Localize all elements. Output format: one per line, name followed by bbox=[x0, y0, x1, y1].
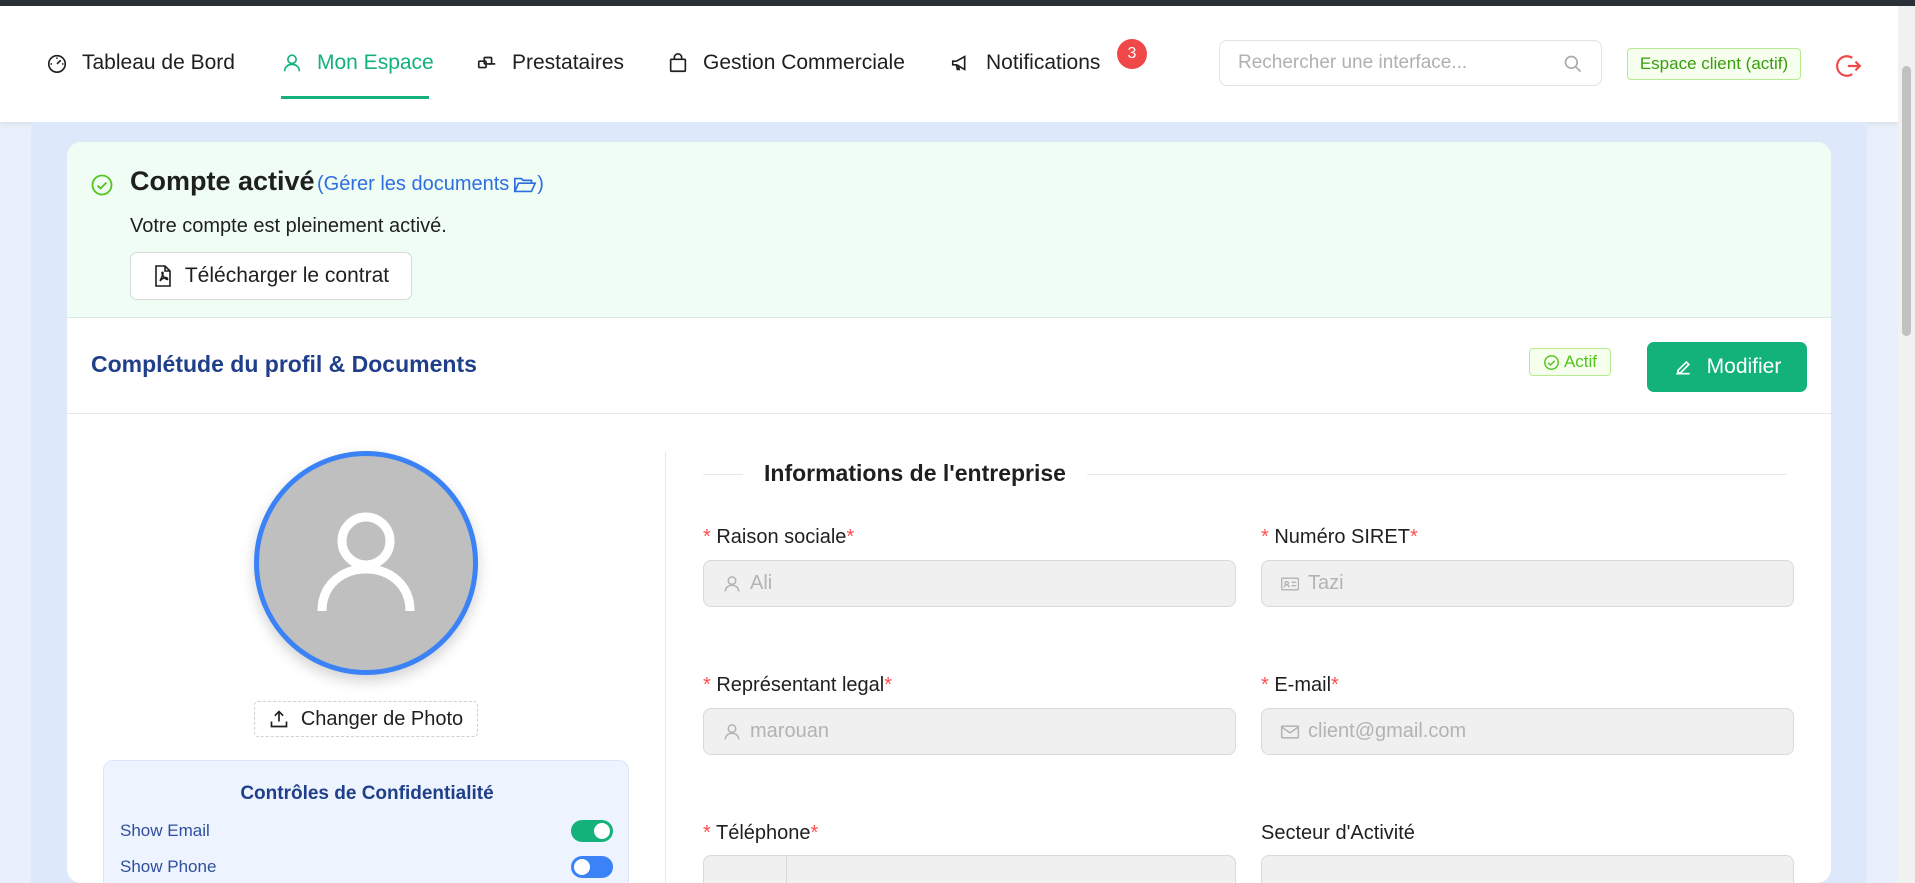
change-photo-label: Changer de Photo bbox=[300, 707, 464, 730]
company-info-column: Informations de l'entreprise * Raison so… bbox=[703, 414, 1803, 883]
user-avatar-icon bbox=[317, 512, 415, 612]
id-card-icon bbox=[1281, 577, 1299, 590]
avatar bbox=[254, 451, 478, 675]
field-label-representant: * Représentant legal* bbox=[703, 674, 892, 697]
siret-field[interactable]: Tazi bbox=[1261, 560, 1794, 607]
mail-icon bbox=[1280, 724, 1300, 739]
search-input[interactable] bbox=[1220, 41, 1540, 85]
user-icon bbox=[283, 54, 301, 72]
required-marker: * bbox=[703, 822, 716, 844]
download-contract-label: Télécharger le contrat bbox=[184, 264, 390, 287]
fieldset-divider bbox=[1087, 474, 1787, 475]
required-marker: * bbox=[1331, 674, 1339, 696]
field-label-email: * E-mail* bbox=[1261, 674, 1339, 697]
field-label-raison-sociale: * Raison sociale* bbox=[703, 526, 854, 549]
email-field[interactable]: client@gmail.com bbox=[1261, 708, 1794, 755]
account-activated-alert: Compte activé (Gérer les documents ) Vot… bbox=[67, 142, 1831, 318]
fieldset-divider bbox=[703, 474, 743, 475]
required-marker: * bbox=[703, 674, 717, 696]
field-value: Tazi bbox=[1308, 572, 1344, 594]
nav-label-prestataires: Prestataires bbox=[512, 51, 625, 74]
profile-section-header: Complétude du profil & Documents Actif M… bbox=[67, 318, 1831, 414]
top-navbar: Tableau de Bord Mon Espace Prestataires … bbox=[0, 6, 1898, 122]
alert-description: Votre compte est pleinement activé. bbox=[130, 215, 447, 237]
column-divider bbox=[665, 452, 666, 883]
edit-button[interactable]: Modifier bbox=[1647, 342, 1807, 392]
nav-label-mon-espace: Mon Espace bbox=[317, 51, 434, 74]
check-circle-icon bbox=[1544, 354, 1559, 370]
download-contract-button[interactable]: Télécharger le contrat bbox=[130, 252, 412, 300]
status-badge: Actif bbox=[1529, 348, 1611, 376]
required-marker: * bbox=[810, 822, 819, 844]
nav-item-tableau-de-bord[interactable]: Tableau de Bord bbox=[46, 51, 235, 75]
field-label-text: Téléphone bbox=[715, 822, 811, 844]
manage-documents-close: ) bbox=[537, 173, 544, 195]
field-label-text: E-mail bbox=[1274, 674, 1332, 696]
privacy-label-show-phone: Show Phone bbox=[120, 857, 217, 876]
logout-icon[interactable] bbox=[1836, 53, 1862, 79]
folder-open-icon bbox=[513, 177, 537, 192]
profile-left-column: Changer de Photo Contrôles de Confidenti… bbox=[67, 414, 665, 883]
nav-label-notifications: Notifications bbox=[986, 51, 1101, 74]
nav-item-prestataires[interactable]: Prestataires bbox=[476, 51, 624, 75]
nav-item-mon-espace[interactable]: Mon Espace bbox=[281, 51, 434, 75]
edit-icon bbox=[1675, 360, 1690, 375]
field-label-text: Numéro SIRET bbox=[1274, 526, 1410, 548]
field-label-text: Représentant legal bbox=[716, 674, 885, 696]
search-icon[interactable] bbox=[1563, 54, 1583, 74]
change-photo-button[interactable]: Changer de Photo bbox=[254, 701, 478, 737]
manage-documents-label: (Gérer les documents bbox=[317, 173, 510, 195]
shopping-bag-icon bbox=[669, 53, 687, 73]
nav-item-notifications[interactable]: Notifications bbox=[950, 51, 1100, 75]
prestataires-icon bbox=[477, 56, 496, 69]
check-circle-icon bbox=[91, 174, 113, 196]
required-marker: * bbox=[1409, 526, 1418, 548]
user-icon bbox=[724, 723, 740, 740]
required-marker: * bbox=[1261, 674, 1275, 696]
status-label: Actif bbox=[1563, 352, 1598, 371]
nav-item-gestion-commerciale[interactable]: Gestion Commerciale bbox=[667, 51, 905, 75]
required-marker: * bbox=[884, 674, 893, 696]
required-marker: * bbox=[703, 526, 717, 548]
alert-title: Compte activé bbox=[130, 166, 315, 196]
field-label-text: Raison sociale bbox=[716, 526, 847, 548]
field-label-secteur: Secteur d'Activité bbox=[1261, 822, 1415, 844]
edit-label: Modifier bbox=[1706, 355, 1782, 378]
notification-count-badge: 3 bbox=[1117, 39, 1147, 69]
nav-label-tableau-de-bord: Tableau de Bord bbox=[82, 51, 235, 74]
telephone-field[interactable] bbox=[703, 855, 1236, 883]
upload-icon bbox=[270, 710, 288, 728]
megaphone-icon bbox=[951, 55, 966, 71]
profile-card: Compte activé (Gérer les documents ) Vot… bbox=[67, 142, 1831, 883]
phone-prefix-divider bbox=[786, 856, 787, 883]
manage-documents-link[interactable]: (Gérer les documents ) bbox=[317, 173, 544, 196]
field-label-telephone: * Téléphone* bbox=[703, 822, 818, 845]
privacy-label-show-email: Show Email bbox=[120, 821, 210, 840]
show-email-toggle[interactable] bbox=[571, 820, 613, 842]
field-value: client@gmail.com bbox=[1308, 720, 1467, 742]
secteur-field[interactable] bbox=[1261, 855, 1794, 883]
show-phone-toggle[interactable] bbox=[571, 856, 613, 878]
field-label-siret: * Numéro SIRET* bbox=[1261, 526, 1418, 549]
client-space-tag: Espace client (actif) bbox=[1627, 48, 1801, 80]
user-icon bbox=[724, 575, 740, 592]
privacy-controls-panel: Contrôles de Confidentialité Show Email … bbox=[103, 760, 629, 883]
section-title: Complétude du profil & Documents bbox=[91, 351, 477, 377]
pdf-file-icon bbox=[155, 265, 171, 287]
representant-field[interactable]: marouan bbox=[703, 708, 1236, 755]
scrollbar-thumb[interactable] bbox=[1902, 66, 1911, 336]
privacy-title: Contrôles de Confidentialité bbox=[240, 783, 494, 804]
raison-sociale-field[interactable]: Ali bbox=[703, 560, 1236, 607]
nav-label-gestion-commerciale: Gestion Commerciale bbox=[703, 51, 905, 74]
page-scrollbar[interactable] bbox=[1898, 6, 1915, 883]
field-value: marouan bbox=[750, 720, 829, 742]
company-info-title: Informations de l'entreprise bbox=[764, 460, 1066, 486]
required-marker: * bbox=[1261, 526, 1275, 548]
required-marker: * bbox=[846, 526, 855, 548]
search-box bbox=[1219, 40, 1602, 86]
field-value: Ali bbox=[750, 572, 773, 594]
active-tab-indicator bbox=[281, 96, 429, 99]
dashboard-icon bbox=[47, 54, 67, 73]
